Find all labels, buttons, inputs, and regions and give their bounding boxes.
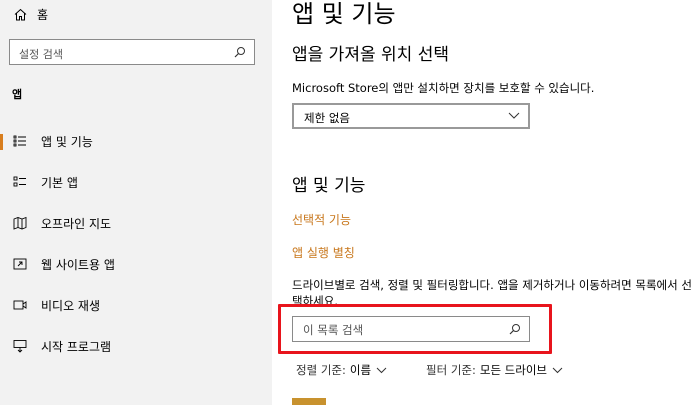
filter-label: 필터 기준: bbox=[426, 363, 476, 377]
sidebar-section-apps: 앱 bbox=[12, 88, 23, 101]
main-content: 앱 및 기능 앱을 가져올 위치 선택 Microsoft Store의 앱만 … bbox=[272, 0, 700, 405]
sidebar-item-label: 웹 사이트용 앱 bbox=[41, 257, 115, 272]
sidebar-item-label: 비디오 재생 bbox=[41, 298, 101, 313]
default-apps-icon bbox=[12, 174, 28, 190]
install-section-title: 앱을 가져올 위치 선택 bbox=[292, 45, 449, 65]
settings-search-input[interactable]: 설정 검색 bbox=[9, 39, 255, 65]
sort-dropdown[interactable]: 정렬 기준: 이름 bbox=[296, 362, 387, 378]
home-link[interactable]: 홈 bbox=[14, 4, 48, 24]
filter-value: 모든 드라이브 bbox=[479, 363, 547, 377]
list-icon bbox=[12, 133, 28, 149]
sidebar-item-offline-maps[interactable]: 오프라인 지도 bbox=[0, 205, 272, 241]
apps-section-title: 앱 및 기능 bbox=[292, 176, 366, 196]
sort-label: 정렬 기준: bbox=[296, 363, 346, 377]
sidebar-item-label: 시작 프로그램 bbox=[41, 339, 112, 354]
sidebar-item-apps-features[interactable]: 앱 및 기능 bbox=[0, 123, 272, 159]
install-section-description: Microsoft Store의 앱만 설치하면 장치를 보호할 수 있습니다. bbox=[292, 81, 595, 95]
optional-features-link[interactable]: 선택적 기능 bbox=[292, 211, 351, 228]
home-icon bbox=[14, 8, 27, 20]
settings-search-placeholder: 설정 검색 bbox=[19, 48, 63, 61]
sidebar-item-default-apps[interactable]: 기본 앱 bbox=[0, 164, 272, 200]
chevron-down-icon bbox=[376, 367, 387, 373]
chevron-down-icon bbox=[552, 367, 563, 373]
sidebar-item-label: 기본 앱 bbox=[41, 175, 78, 190]
sidebar-item-apps-for-websites[interactable]: 웹 사이트용 앱 bbox=[0, 246, 272, 282]
app-execution-aliases-link[interactable]: 앱 실행 별칭 bbox=[292, 244, 355, 261]
video-icon bbox=[12, 297, 28, 313]
sidebar: 홈 설정 검색 앱 앱 및 기능 기본 앱 오프라인 지도 웹 사이트용 앱 비… bbox=[0, 0, 272, 405]
sidebar-item-label: 오프라인 지도 bbox=[41, 216, 112, 231]
sidebar-item-label: 앱 및 기능 bbox=[41, 134, 93, 149]
startup-icon bbox=[12, 338, 28, 354]
website-app-icon bbox=[12, 256, 28, 272]
app-source-dropdown[interactable]: 제한 없음 bbox=[292, 103, 530, 129]
home-label: 홈 bbox=[37, 7, 49, 22]
search-highlight-box bbox=[278, 304, 552, 354]
map-icon bbox=[12, 215, 28, 231]
page-title: 앱 및 기능 bbox=[292, 0, 396, 28]
chevron-down-icon bbox=[508, 112, 520, 119]
dropdown-value: 제한 없음 bbox=[304, 111, 350, 125]
sort-value: 이름 bbox=[349, 363, 372, 377]
sidebar-item-startup[interactable]: 시작 프로그램 bbox=[0, 328, 272, 364]
filter-dropdown[interactable]: 필터 기준: 모든 드라이브 bbox=[426, 362, 563, 378]
sidebar-item-video-playback[interactable]: 비디오 재생 bbox=[0, 287, 272, 323]
app-list-item-icon bbox=[292, 398, 326, 405]
search-icon[interactable] bbox=[234, 46, 246, 58]
